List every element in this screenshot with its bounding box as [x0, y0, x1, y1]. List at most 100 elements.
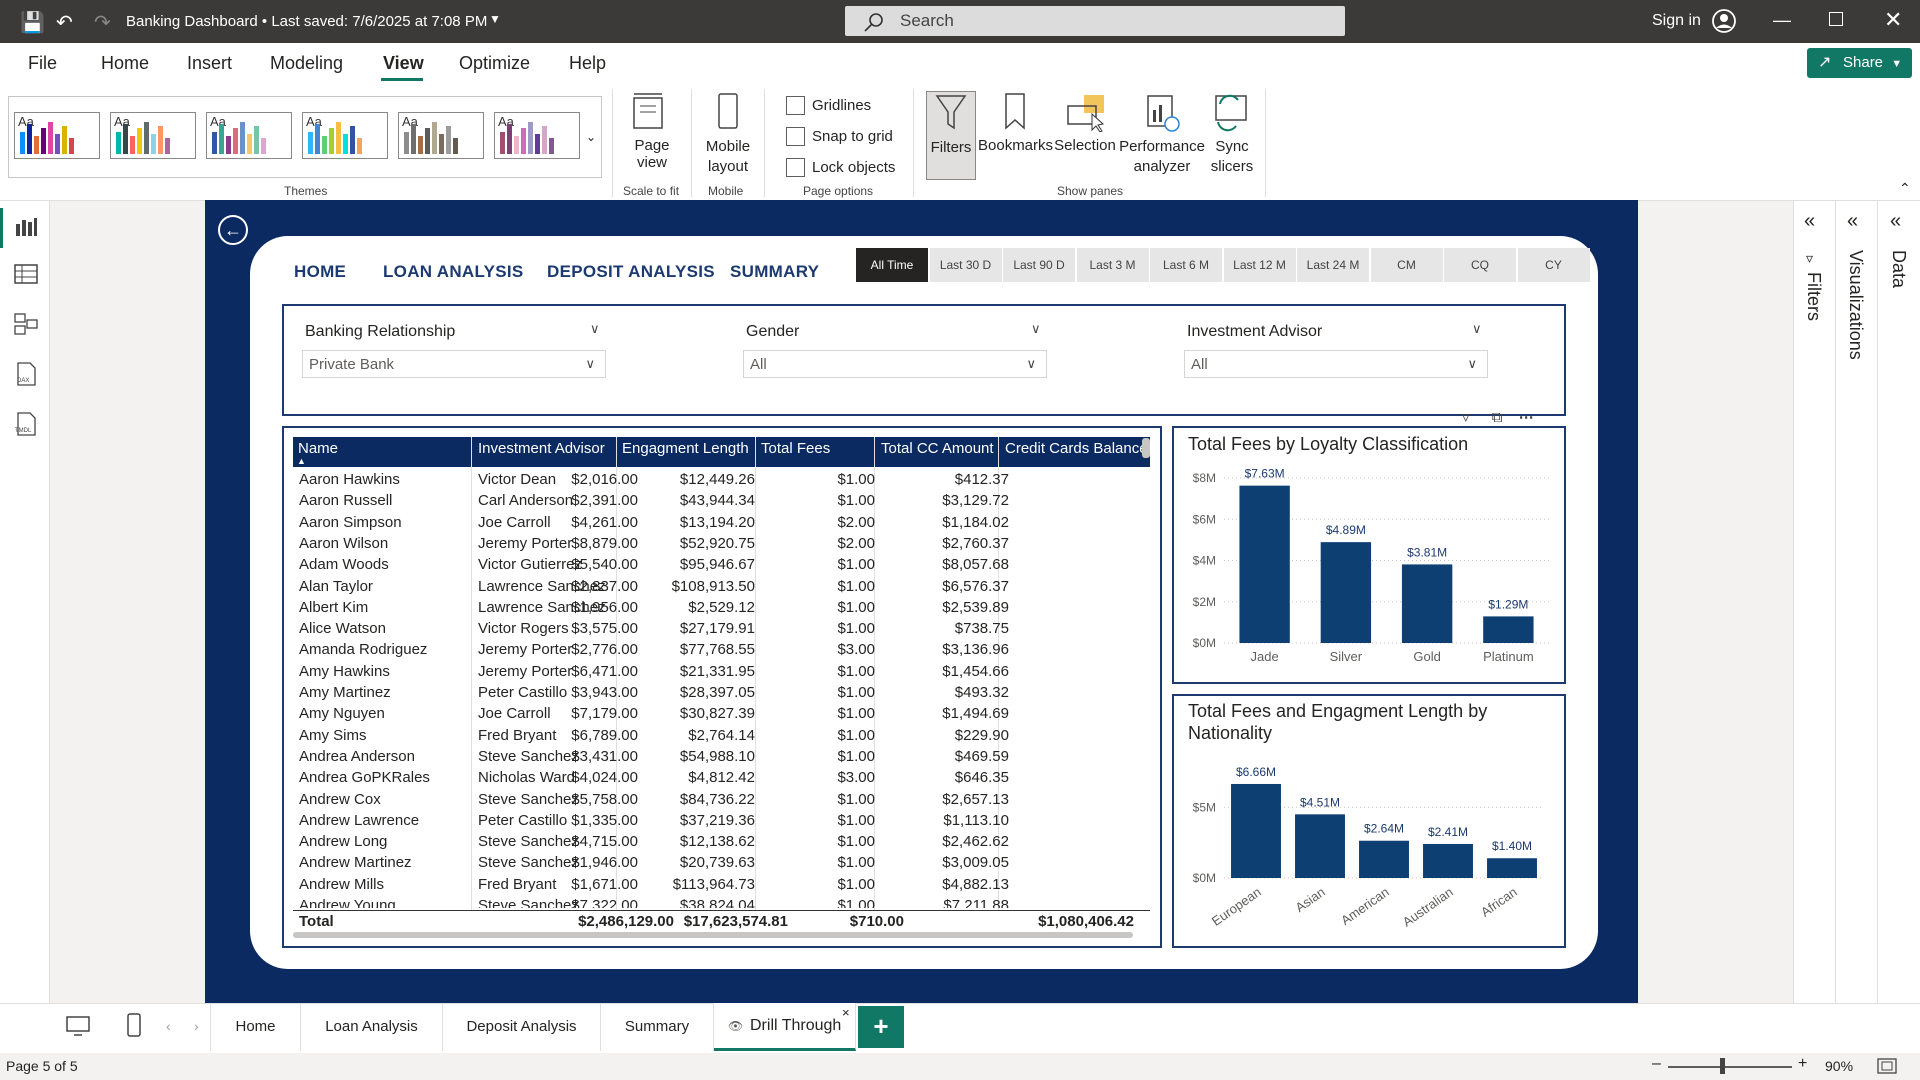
table-row[interactable]: Andrew Young Steve Sanchez $7,322.00 $38,82…	[293, 895, 1150, 908]
expand-filters-icon[interactable]: «	[1804, 210, 1815, 233]
table-cell: $28,397.05	[679, 684, 755, 701]
table-cell: $1.00	[837, 747, 875, 765]
table-cell: $2,764.14	[688, 726, 755, 744]
fit-to-page-icon[interactable]	[1877, 1058, 1897, 1074]
bar[interactable]	[1359, 840, 1409, 878]
table-cell: $1.00	[837, 726, 875, 744]
table-row[interactable]: Aaron Simpson Joe Carroll $4,261.00 $13,194…	[293, 512, 1150, 533]
table-cell: $1.00	[837, 875, 875, 893]
scroll-right-icon[interactable]: ›	[194, 1018, 199, 1034]
close-tab-icon[interactable]: ×	[842, 1005, 850, 1020]
table-cell: $412.37	[954, 471, 1009, 488]
table-cell: $1.00	[837, 556, 875, 574]
table-row[interactable]: Alan Taylor Lawrence Sanchez $2,837.00 $108…	[293, 576, 1150, 597]
tab-drill-through[interactable]: 👁 Drill Through ×	[714, 1003, 856, 1051]
vertical-scrollbar[interactable]	[1142, 438, 1150, 458]
expand-data-icon[interactable]: «	[1890, 210, 1901, 233]
expand-visualizations-icon[interactable]: «	[1847, 210, 1858, 233]
table-cell: $27,179.91	[679, 620, 755, 638]
table-row[interactable]: Amy Martinez Peter Castillo $3,943.00 $28,3…	[293, 682, 1150, 703]
table-cell: $5,540.00	[571, 556, 638, 574]
table-row[interactable]: Amanda Rodriguez Jeremy Porter $2,776.00 $7…	[293, 639, 1150, 660]
table-cell: Amanda Rodriguez	[299, 641, 428, 659]
table-cell: Amy Martinez	[299, 684, 391, 701]
table-row[interactable]: Amy Sims Fred Bryant $6,789.00 $2,764.14 $1.…	[293, 725, 1150, 746]
table-row[interactable]: Aaron Hawkins Victor Dean $2,016.00 $12,449…	[293, 469, 1150, 490]
table-row[interactable]: Aaron Russell Carl Anderson $2,391.00 $43,9…	[293, 490, 1150, 511]
table-cell: $8,057.68	[942, 556, 1009, 574]
table-row[interactable]: Albert Kim Lawrence Sanchez $1,956.00 $2,52…	[293, 597, 1150, 618]
data-label: $7.63M	[1245, 467, 1285, 481]
table-cell: $3,009.05	[942, 854, 1009, 872]
table-row[interactable]: Adam Woods Victor Gutierrez $5,540.00 $95,9…	[293, 554, 1150, 575]
table-cell: $1.00	[837, 492, 875, 510]
table-cell: $2,016.00	[571, 471, 638, 488]
add-page-button[interactable]: +	[858, 1006, 904, 1048]
table-row[interactable]: Andrea GoPKRales Nicholas Ward $4,024.00 $4…	[293, 767, 1150, 788]
table-row[interactable]: Alice Watson Victor Rogers $3,575.00 $27,17…	[293, 618, 1150, 639]
data-label: $3.81M	[1407, 545, 1447, 559]
table-cell: $8,879.00	[571, 534, 638, 552]
x-tick-label: European	[1209, 884, 1264, 929]
visualizations-pane-label[interactable]: Visualizations	[1845, 250, 1866, 360]
bar[interactable]	[1239, 485, 1290, 643]
table-row[interactable]: Andrew Long Steve Sanchez $4,715.00 $12,138…	[293, 831, 1150, 852]
tab-summary[interactable]: Summary	[601, 1003, 714, 1051]
table-cell: $108,913.50	[671, 577, 755, 595]
table-row[interactable]: Andrew Mills Fred Bryant $1,671.00 $113,964…	[293, 874, 1150, 895]
status-bar	[0, 1053, 1920, 1080]
table-cell: $4,812.42	[688, 769, 755, 787]
zoom-slider-track[interactable]	[1668, 1066, 1792, 1068]
tab-home[interactable]: Home	[211, 1003, 301, 1051]
bar[interactable]	[1401, 564, 1453, 643]
table-cell: Andrew Young	[299, 897, 396, 908]
y-tick-label: $5M	[1193, 800, 1216, 814]
table-row[interactable]: Aaron Wilson Jeremy Porter $8,879.00 $52,92…	[293, 533, 1150, 554]
table-row[interactable]: Andrew Martinez Steve Sanchez $1,946.00 $20…	[293, 852, 1150, 873]
table-total-row: Total $2,486,129.00 $17,623,574.81 $710.…	[293, 910, 1150, 932]
table-row[interactable]: Andrew Cox Steve Sanchez $5,758.00 $84,736.…	[293, 789, 1150, 810]
table-cell: Andrea Anderson	[299, 747, 415, 765]
table-cell: $3.00	[837, 641, 875, 659]
loyalty-fees-bar-chart: $0M $2M $4M $6M $8M $7.63M Jade $4.89M Silver $3.…	[1193, 467, 1549, 664]
mobile-layout-icon[interactable]	[124, 1012, 144, 1038]
table-cell: Andrea GoPKRales	[299, 769, 430, 787]
tab-loan-analysis[interactable]: Loan Analysis	[301, 1003, 443, 1051]
horizontal-scrollbar[interactable]	[293, 932, 1133, 938]
zoom-out-icon[interactable]: –	[1652, 1055, 1661, 1073]
filters-pane-label[interactable]: Filters	[1803, 272, 1824, 321]
table-row[interactable]: Andrew Lawrence Peter Castillo $1,335.00 $3…	[293, 810, 1150, 831]
total-engagement: $2,486,129.00	[578, 913, 674, 930]
table-cell: $20,739.63	[679, 854, 755, 872]
table-row[interactable]: Amy Nguyen Joe Carroll $7,179.00 $30,827.39…	[293, 703, 1150, 724]
table-cell: $38,824.04	[679, 897, 755, 908]
desktop-layout-icon[interactable]	[64, 1014, 92, 1038]
x-tick-label: American	[1338, 884, 1392, 928]
table-cell: $1,671.00	[571, 875, 638, 893]
bar[interactable]	[1423, 843, 1473, 878]
table-row[interactable]: Andrea Anderson Steve Sanchez $3,431.00 $54…	[293, 746, 1150, 767]
table-body: Aaron Hawkins Victor Dean $2,016.00 $12,449…	[0, 0, 1920, 908]
bar[interactable]	[1231, 783, 1281, 878]
chart-title: Total Fees and Engagment Length by Natio…	[1188, 701, 1488, 743]
table-cell: Adam Woods	[299, 556, 389, 574]
bar[interactable]	[1295, 814, 1345, 878]
table-cell: $1.00	[837, 833, 875, 851]
scroll-left-icon[interactable]: ‹	[166, 1018, 171, 1034]
y-tick-label: $8M	[1193, 471, 1216, 485]
nationality-fees-chart: Total Fees and Engagment Length by Natio…	[1172, 694, 1566, 948]
bar[interactable]	[1483, 616, 1534, 643]
loyalty-fees-chart: Total Fees by Loyalty Classification $0M…	[1172, 426, 1566, 684]
bar[interactable]	[1320, 542, 1372, 643]
table-cell: $6,789.00	[571, 726, 638, 744]
data-label: $2.64M	[1364, 822, 1404, 836]
bar[interactable]	[1487, 858, 1537, 878]
zoom-slider-thumb[interactable]	[1720, 1058, 1725, 1074]
table-cell: Amy Sims	[299, 726, 367, 744]
zoom-in-icon[interactable]: +	[1798, 1055, 1807, 1073]
tab-deposit-analysis[interactable]: Deposit Analysis	[443, 1003, 601, 1051]
data-pane-label[interactable]: Data	[1888, 250, 1909, 288]
table-row[interactable]: Amy Hawkins Jeremy Porter $6,471.00 $21,331…	[293, 661, 1150, 682]
table-cell: $95,946.67	[679, 556, 755, 574]
table-cell: $1.00	[837, 854, 875, 872]
